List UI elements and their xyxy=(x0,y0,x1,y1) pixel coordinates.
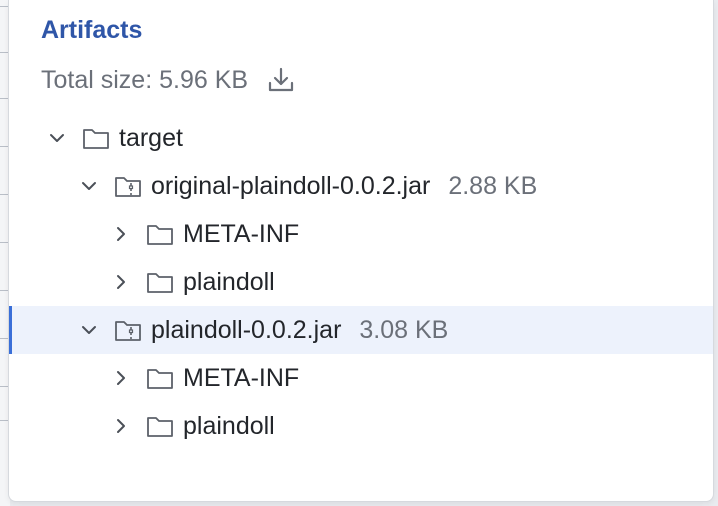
chevron-right-icon[interactable] xyxy=(109,366,133,390)
tree-item-label: plaindoll xyxy=(183,411,275,440)
total-size-text: Total size: 5.96 KB xyxy=(41,65,249,94)
archive-icon xyxy=(113,318,143,342)
tree-item-folder[interactable]: META-INF xyxy=(9,210,713,258)
tree-item-label: META-INF xyxy=(183,219,300,248)
folder-icon xyxy=(81,126,111,150)
download-button[interactable] xyxy=(264,64,298,96)
tree-item-archive[interactable]: plaindoll-0.0.2.jar 3.08 KB xyxy=(9,306,713,354)
tree-item-label: META-INF xyxy=(183,363,300,392)
download-icon xyxy=(268,67,294,92)
chevron-down-icon[interactable] xyxy=(45,126,69,150)
tree-item-folder[interactable]: plaindoll xyxy=(9,258,713,306)
artifact-tree: target original-plaindoll-0.0.2.jar 2.88 K… xyxy=(9,114,713,450)
tree-item-label: original-plaindoll-0.0.2.jar xyxy=(151,171,431,200)
tree-item-size: 2.88 KB xyxy=(448,171,538,200)
tree-item-label: target xyxy=(119,123,183,152)
tree-item-archive[interactable]: original-plaindoll-0.0.2.jar 2.88 KB xyxy=(9,162,713,210)
chevron-right-icon[interactable] xyxy=(109,222,133,246)
tree-item-folder[interactable]: target xyxy=(9,114,713,162)
folder-icon xyxy=(145,414,175,438)
folder-icon xyxy=(145,270,175,294)
folder-icon xyxy=(145,222,175,246)
artifacts-title: Artifacts xyxy=(41,16,143,44)
total-size-row: Total size: 5.96 KB xyxy=(41,64,298,96)
tree-item-size: 3.08 KB xyxy=(359,315,449,344)
tree-item-folder[interactable]: plaindoll xyxy=(9,402,713,450)
archive-icon xyxy=(113,174,143,198)
artifacts-panel: Artifacts Total size: 5.96 KB target orig… xyxy=(8,0,714,502)
chevron-right-icon[interactable] xyxy=(109,270,133,294)
tree-item-folder[interactable]: META-INF xyxy=(9,354,713,402)
chevron-down-icon[interactable] xyxy=(77,174,101,198)
folder-icon xyxy=(145,366,175,390)
chevron-right-icon[interactable] xyxy=(109,414,133,438)
chevron-down-icon[interactable] xyxy=(77,318,101,342)
tree-item-label: plaindoll-0.0.2.jar xyxy=(151,315,342,344)
tree-item-label: plaindoll xyxy=(183,267,275,296)
